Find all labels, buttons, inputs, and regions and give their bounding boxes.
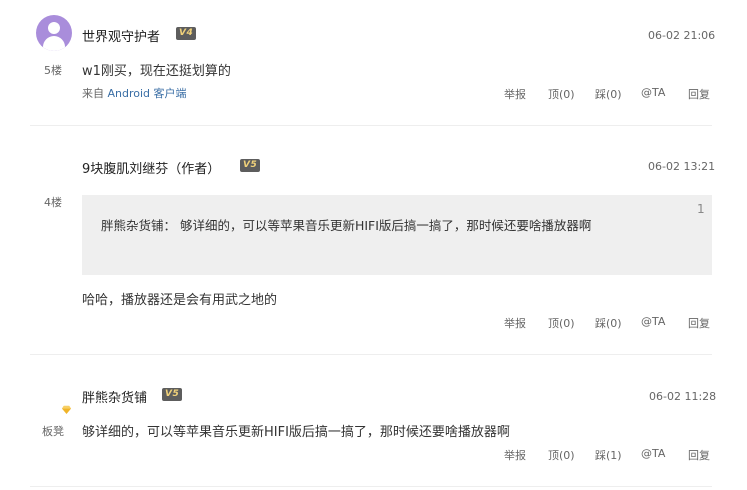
level-badge: V5 [162, 388, 183, 401]
username[interactable]: 胖熊杂货铺 [82, 387, 147, 406]
floor-label: 板凳 [42, 425, 64, 438]
quote-number: 1 [697, 202, 705, 216]
post-content: 够详细的，可以等苹果音乐更新HIFI版后搞一搞了，那时候还要啥播放器啊 [82, 425, 510, 440]
post-content: w1刚买，现在还挺划算的 [82, 64, 231, 79]
mention-button[interactable]: @TA [641, 447, 665, 460]
upvote-button[interactable]: 顶(0) [548, 315, 575, 331]
reply-button[interactable]: 回复 [688, 86, 710, 102]
source-link[interactable]: Android 客户端 [108, 87, 187, 100]
downvote-button[interactable]: 踩(1) [595, 447, 622, 463]
avatar[interactable] [36, 15, 72, 51]
level-badge: V5 [240, 159, 261, 172]
reply-button[interactable]: 回复 [688, 447, 710, 463]
source-prefix: 来自 [82, 87, 104, 100]
floor-label: 4楼 [44, 196, 62, 209]
downvote-button[interactable]: 踩(0) [595, 315, 622, 331]
post-time: 06-02 11:28 [649, 390, 717, 403]
diamond-icon [62, 405, 71, 414]
level-badge: V4 [176, 27, 197, 40]
mention-button[interactable]: @TA [641, 86, 665, 99]
upvote-button[interactable]: 顶(0) [548, 86, 575, 102]
downvote-button[interactable]: 踩(0) [595, 86, 622, 102]
reply-button[interactable]: 回复 [688, 315, 710, 331]
divider [30, 125, 712, 126]
report-button[interactable]: 举报 [504, 447, 526, 463]
source-info: 来自 Android 客户端 [82, 85, 187, 101]
divider [30, 354, 712, 355]
post-time: 06-02 21:06 [648, 29, 716, 42]
divider [30, 486, 712, 487]
username[interactable]: 9块腹肌刘继芬（作者） [82, 158, 220, 177]
post-content: 哈哈，播放器还是会有用武之地的 [82, 293, 278, 308]
username[interactable]: 世界观守护者 [82, 26, 160, 45]
report-button[interactable]: 举报 [504, 86, 526, 102]
quote-text: 胖熊杂货铺： 够详细的，可以等苹果音乐更新HIFI版后搞一搞了，那时候还要啥播放… [101, 218, 592, 233]
mention-button[interactable]: @TA [641, 315, 665, 328]
floor-label: 5楼 [44, 64, 62, 77]
report-button[interactable]: 举报 [504, 315, 526, 331]
quote-block [82, 195, 712, 275]
upvote-button[interactable]: 顶(0) [548, 447, 575, 463]
post-time: 06-02 13:21 [648, 160, 716, 173]
